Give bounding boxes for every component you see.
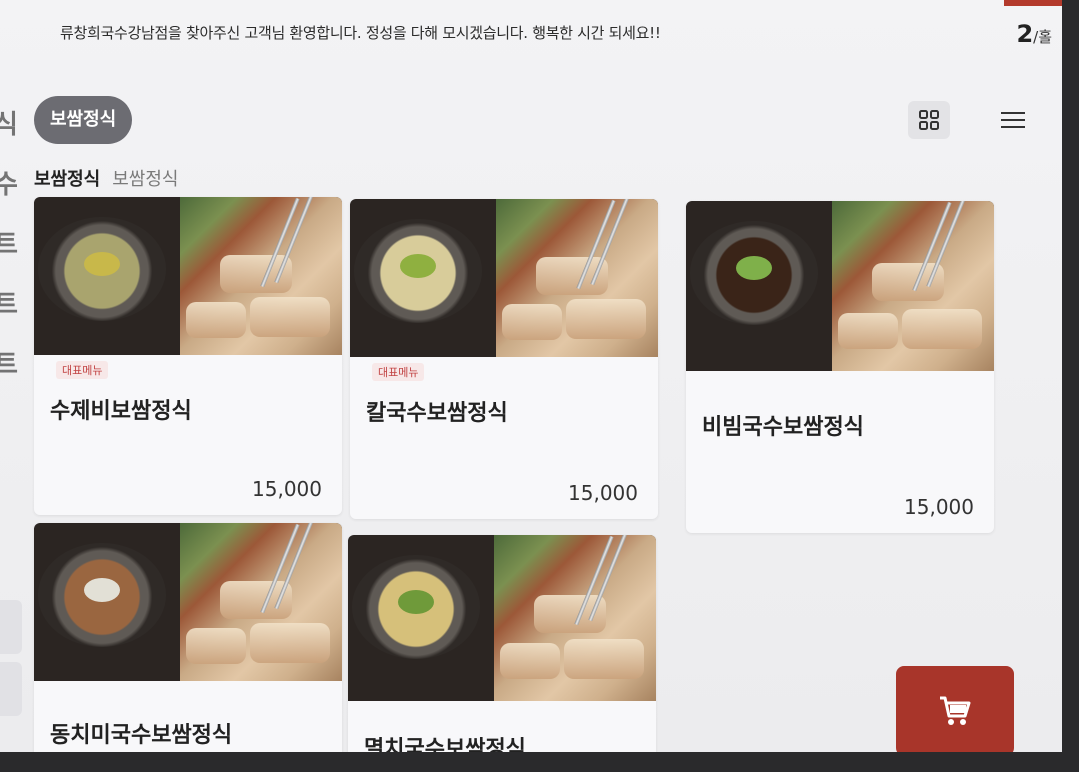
- menu-item-price: 15,000: [568, 481, 638, 505]
- menu-item-image: [34, 523, 342, 681]
- menu-item-name: 동치미국수보쌈정식: [50, 723, 233, 748]
- breadcrumb: 보쌈정식 보쌈정식: [34, 165, 179, 191]
- sidebar-item[interactable]: 트: [0, 275, 18, 335]
- menu-item-price: 15,000: [904, 495, 974, 519]
- sidebar-categories: 식 수 트 트 트: [0, 95, 18, 395]
- menu-item-image: [34, 197, 342, 355]
- menu-card[interactable]: 대표메뉴 수제비보쌈정식 15,000: [34, 197, 342, 515]
- menu-card[interactable]: 대표메뉴 칼국수보쌈정식 15,000: [350, 199, 658, 519]
- signature-badge: 대표메뉴: [372, 363, 425, 381]
- sidebar-item[interactable]: 트: [0, 335, 18, 395]
- top-accent-bar: [1004, 0, 1062, 6]
- grid-icon: [919, 110, 939, 130]
- breadcrumb-sub: 보쌈정식: [112, 169, 179, 190]
- table-unit: /홀: [1033, 28, 1052, 46]
- kiosk-screen: 류창희국수강남점을 찾아주신 고객님 환영합니다. 정성을 다해 모시겠습니다.…: [0, 0, 1062, 752]
- menu-card[interactable]: 비빔국수보쌈정식 15,000: [686, 201, 994, 533]
- menu-icon: [1001, 112, 1025, 128]
- menu-item-name: 멸치국수보쌈정식: [364, 737, 526, 752]
- category-tab-selected[interactable]: 보쌈정식: [34, 96, 133, 144]
- grid-view-button[interactable]: [908, 101, 950, 139]
- menu-grid: 대표메뉴 수제비보쌈정식 15,000 대표메뉴 칼국수보쌈정식 15,000: [34, 197, 1034, 752]
- menu-item-name: 비빔국수보쌈정식: [702, 415, 864, 440]
- menu-item-image: [686, 201, 994, 371]
- menu-item-price: 15,000: [252, 477, 322, 501]
- menu-item-name: 수제비보쌈정식: [50, 399, 192, 424]
- sidebar-item[interactable]: 수: [0, 155, 18, 215]
- menu-card[interactable]: 동치미국수보쌈정식: [34, 523, 342, 752]
- sidebar-item[interactable]: 식: [0, 95, 18, 155]
- sidebar-item[interactable]: 트: [0, 215, 18, 275]
- cart-button[interactable]: [896, 666, 1014, 752]
- menu-item-image: [348, 535, 656, 701]
- signature-badge: 대표메뉴: [56, 361, 109, 379]
- menu-item-image: [350, 199, 658, 357]
- list-view-button[interactable]: [992, 101, 1034, 139]
- welcome-marquee: 류창희국수강남점을 찾아주신 고객님 환영합니다. 정성을 다해 모시겠습니다.…: [60, 24, 661, 42]
- breadcrumb-main: 보쌈정식: [34, 169, 101, 190]
- menu-item-name: 칼국수보쌈정식: [366, 401, 508, 426]
- table-number-value: 2: [1016, 20, 1034, 48]
- cart-icon: [940, 696, 971, 725]
- sidebar-scroll-button[interactable]: [0, 662, 22, 716]
- menu-card[interactable]: 멸치국수보쌈정식: [348, 535, 656, 752]
- table-number: 2/홀: [1016, 20, 1052, 48]
- sidebar-scroll-button[interactable]: [0, 600, 22, 654]
